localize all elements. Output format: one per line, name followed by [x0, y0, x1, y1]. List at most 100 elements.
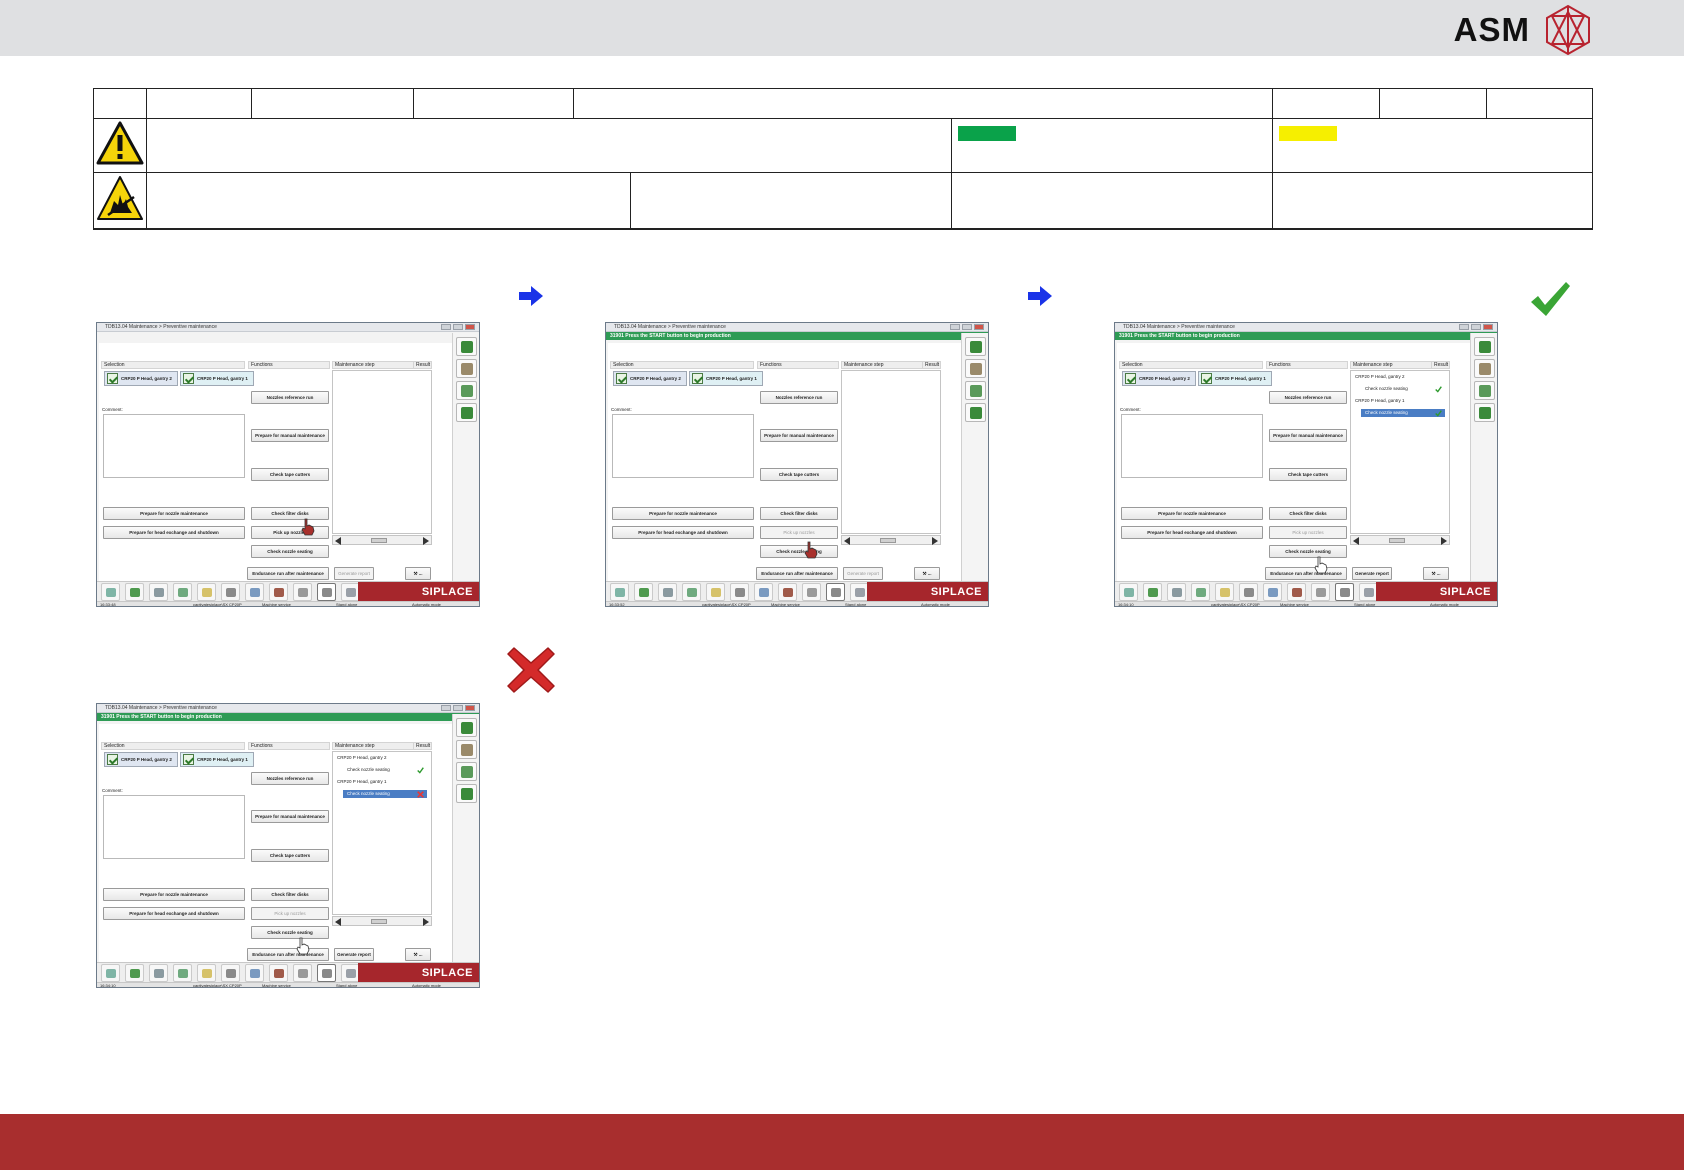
close-button[interactable]: [1483, 324, 1493, 330]
sensor-icon[interactable]: [754, 583, 773, 601]
scroll-right-icon[interactable]: [932, 537, 938, 545]
sidebar-button[interactable]: [456, 403, 477, 422]
tools-button[interactable]: ⚒ ...: [405, 567, 431, 580]
check-filter-disks-button[interactable]: Check filter disks: [251, 888, 329, 901]
sidebar-button[interactable]: [965, 403, 986, 422]
comment-field[interactable]: [103, 795, 245, 859]
maintenance-step-list[interactable]: CRP20 P Head, gantry 2 Check nozzle seati…: [332, 751, 432, 915]
scroll-thumb[interactable]: [371, 538, 387, 543]
step-list-item[interactable]: Check nozzle seating: [343, 766, 427, 774]
grid-icon[interactable]: [634, 583, 653, 601]
horizontal-scrollbar[interactable]: [1350, 535, 1450, 545]
comment-field[interactable]: [612, 414, 754, 478]
maintenance-step-list[interactable]: CRP20 P Head, gantry 2 Check nozzle seati…: [1350, 370, 1450, 534]
generate-report-button[interactable]: Generate report: [843, 567, 883, 580]
pen-icon[interactable]: [269, 964, 288, 982]
close-button[interactable]: [465, 705, 475, 711]
gantry-tab-1[interactable]: CRP20 P Head, gantry 1: [180, 371, 254, 386]
nozzle-icon[interactable]: [826, 583, 845, 601]
save-icon[interactable]: [173, 964, 192, 982]
prepare-head-exchange-button[interactable]: Prepare for head exchange and shutdown: [103, 907, 245, 920]
prepare-nozzle-maintenance-button[interactable]: Prepare for nozzle maintenance: [612, 507, 754, 520]
chart-icon[interactable]: [658, 583, 677, 601]
gantry-tab-2[interactable]: CRP20 P Head, gantry 2: [104, 371, 178, 386]
prepare-nozzle-maintenance-button[interactable]: Prepare for nozzle maintenance: [103, 888, 245, 901]
sidebar-button[interactable]: [456, 740, 477, 759]
prepare-head-exchange-button[interactable]: Prepare for head exchange and shutdown: [103, 526, 245, 539]
gantry-icon[interactable]: [221, 583, 240, 601]
horizontal-scrollbar[interactable]: [841, 535, 941, 545]
sensor-icon[interactable]: [1263, 583, 1282, 601]
machine-icon[interactable]: [1119, 583, 1138, 601]
book-icon[interactable]: [197, 964, 216, 982]
grid-icon[interactable]: [125, 964, 144, 982]
pick-up-nozzles-button[interactable]: Pick up nozzles: [251, 526, 329, 539]
tools-button[interactable]: ⚒ ...: [1423, 567, 1449, 580]
nozzles-reference-run-button[interactable]: Nozzles reference run: [1269, 391, 1347, 404]
sidebar-button[interactable]: [456, 337, 477, 356]
endurance-run-button[interactable]: Endurance run after maintenance: [247, 567, 329, 580]
generate-report-button[interactable]: Generate report: [334, 948, 374, 961]
pen-icon[interactable]: [269, 583, 288, 601]
machine-icon[interactable]: [610, 583, 629, 601]
check-filter-disks-button[interactable]: Check filter disks: [1269, 507, 1347, 520]
chart-icon[interactable]: [149, 964, 168, 982]
check-nozzle-seating-button[interactable]: Check nozzle seating: [760, 545, 838, 558]
sidebar-button[interactable]: [1474, 403, 1495, 422]
step-list-item[interactable]: CRP20 P Head, gantry 1: [333, 778, 429, 786]
gantry-icon[interactable]: [1239, 583, 1258, 601]
prepare-manual-maintenance-button[interactable]: Prepare for manual maintenance: [760, 429, 838, 442]
scroll-right-icon[interactable]: [1441, 537, 1447, 545]
gear-icon[interactable]: [1311, 583, 1330, 601]
check-tape-cutters-button[interactable]: Check tape cutters: [251, 468, 329, 481]
scroll-thumb[interactable]: [880, 538, 896, 543]
close-button[interactable]: [465, 324, 475, 330]
sidebar-button[interactable]: [1474, 359, 1495, 378]
sidebar-button[interactable]: [1474, 381, 1495, 400]
horizontal-scrollbar[interactable]: [332, 916, 432, 926]
tools-button[interactable]: ⚒ ...: [405, 948, 431, 961]
check-tape-cutters-button[interactable]: Check tape cutters: [251, 849, 329, 862]
minimize-button[interactable]: [1459, 324, 1469, 330]
minimize-button[interactable]: [950, 324, 960, 330]
gear-icon[interactable]: [802, 583, 821, 601]
nozzle-icon[interactable]: [317, 583, 336, 601]
scroll-left-icon[interactable]: [335, 537, 341, 545]
maintenance-step-list[interactable]: [332, 370, 432, 534]
scroll-left-icon[interactable]: [844, 537, 850, 545]
prepare-manual-maintenance-button[interactable]: Prepare for manual maintenance: [251, 429, 329, 442]
gantry-tab-2[interactable]: CRP20 P Head, gantry 2: [104, 752, 178, 767]
check-filter-disks-button[interactable]: Check filter disks: [251, 507, 329, 520]
comment-field[interactable]: [1121, 414, 1263, 478]
scroll-thumb[interactable]: [1389, 538, 1405, 543]
nozzle-icon[interactable]: [1335, 583, 1354, 601]
pick-up-nozzles-button[interactable]: Pick up nozzles: [760, 526, 838, 539]
tools-button[interactable]: ⚒ ...: [914, 567, 940, 580]
step-list-item[interactable]: Check nozzle seating: [1361, 385, 1445, 393]
gantry-icon[interactable]: [730, 583, 749, 601]
check-tape-cutters-button[interactable]: Check tape cutters: [1269, 468, 1347, 481]
comment-field[interactable]: [103, 414, 245, 478]
check-nozzle-seating-button[interactable]: Check nozzle seating: [1269, 545, 1347, 558]
check-filter-disks-button[interactable]: Check filter disks: [760, 507, 838, 520]
maximize-button[interactable]: [453, 705, 463, 711]
nozzles-reference-run-button[interactable]: Nozzles reference run: [760, 391, 838, 404]
save-icon[interactable]: [1191, 583, 1210, 601]
step-list-item[interactable]: CRP20 P Head, gantry 1: [1351, 397, 1447, 405]
sidebar-button[interactable]: [456, 381, 477, 400]
sidebar-button[interactable]: [456, 718, 477, 737]
gantry-tab-2[interactable]: CRP20 P Head, gantry 2: [1122, 371, 1196, 386]
endurance-run-button[interactable]: Endurance run after maintenance: [756, 567, 838, 580]
book-icon[interactable]: [197, 583, 216, 601]
prepare-nozzle-maintenance-button[interactable]: Prepare for nozzle maintenance: [103, 507, 245, 520]
scroll-right-icon[interactable]: [423, 918, 429, 926]
maximize-button[interactable]: [453, 324, 463, 330]
scroll-thumb[interactable]: [371, 919, 387, 924]
sidebar-button[interactable]: [965, 381, 986, 400]
book-icon[interactable]: [1215, 583, 1234, 601]
prepare-head-exchange-button[interactable]: Prepare for head exchange and shutdown: [612, 526, 754, 539]
check-tape-cutters-button[interactable]: Check tape cutters: [760, 468, 838, 481]
machine-icon[interactable]: [101, 964, 120, 982]
close-button[interactable]: [974, 324, 984, 330]
prepare-manual-maintenance-button[interactable]: Prepare for manual maintenance: [251, 810, 329, 823]
